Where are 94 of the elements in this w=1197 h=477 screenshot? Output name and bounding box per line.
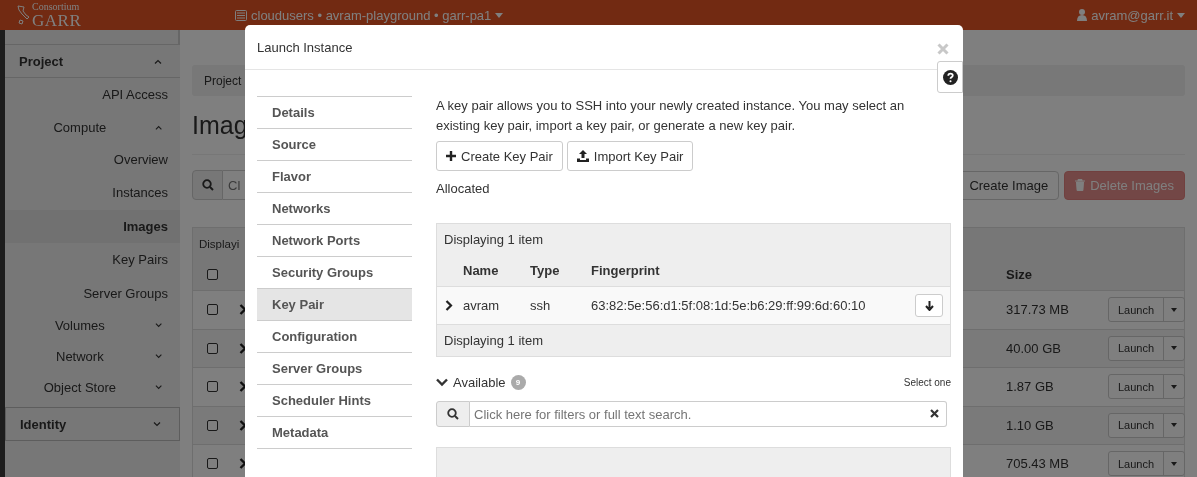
user-icon bbox=[1077, 9, 1088, 21]
row-checkbox[interactable] bbox=[207, 419, 218, 431]
caret-icon bbox=[1171, 346, 1178, 351]
sidebar-item[interactable]: API Access bbox=[5, 78, 180, 112]
down-arrow-icon bbox=[924, 300, 934, 311]
upload-icon bbox=[576, 150, 589, 162]
chevron-icon bbox=[154, 354, 162, 359]
row-checkbox[interactable] bbox=[207, 458, 218, 470]
chevron-icon bbox=[154, 323, 162, 328]
chevron-icon[interactable] bbox=[239, 381, 247, 393]
column-header: Fingerprint bbox=[591, 263, 661, 278]
list-icon bbox=[235, 9, 247, 21]
chevron-icon[interactable] bbox=[239, 304, 247, 316]
item-count: Displaying 1 item bbox=[443, 231, 544, 249]
clear-icon[interactable] bbox=[930, 409, 939, 418]
breadcrumb-link[interactable]: Project bbox=[204, 73, 242, 88]
caret-icon bbox=[1171, 461, 1178, 466]
chevron-icon[interactable] bbox=[239, 458, 247, 470]
count-badge: 9 bbox=[510, 374, 526, 390]
caret-icon bbox=[1177, 12, 1185, 18]
wizard-step[interactable]: Source bbox=[257, 128, 412, 160]
table-cell-text: 40.00 GB bbox=[1006, 340, 1062, 356]
search-icon bbox=[201, 179, 214, 191]
sidebar-item[interactable]: Overview bbox=[5, 142, 180, 176]
sidebar-item[interactable]: Key Pairs bbox=[5, 243, 180, 277]
user-menu[interactable]: avram@garr.it bbox=[1077, 7, 1185, 23]
section-label: Allocated bbox=[436, 181, 491, 197]
table-cell-text: 1.87 GB bbox=[1006, 379, 1055, 395]
column-header: Type bbox=[530, 263, 561, 278]
help-icon bbox=[942, 69, 958, 85]
sidebar-item[interactable]: Images bbox=[5, 209, 180, 243]
table-cell-text: 63:82:5e:56:d1:5f:08:1d:5e:b6:29:ff:99:6d:60:10 bbox=[591, 298, 867, 313]
wizard-step[interactable]: Details bbox=[257, 96, 412, 128]
chevron-icon bbox=[154, 385, 162, 390]
wizard-step[interactable]: Network Ports bbox=[257, 224, 412, 256]
select-all-checkbox[interactable] bbox=[207, 269, 218, 280]
launch-split-button[interactable]: Launch bbox=[1108, 451, 1186, 477]
sidebar-section[interactable]: Project bbox=[5, 45, 180, 78]
wizard-step[interactable]: Networks bbox=[257, 192, 412, 224]
column-header[interactable]: Size bbox=[1006, 267, 1108, 282]
logo-subtitle: Consortium bbox=[32, 1, 81, 12]
caret-icon bbox=[1171, 384, 1178, 389]
table-cell-text: 705.43 MB bbox=[1006, 456, 1070, 472]
help-button[interactable] bbox=[937, 61, 963, 93]
wizard-step[interactable]: Configuration bbox=[257, 320, 412, 352]
chevron-icon bbox=[436, 377, 448, 387]
chevron-icon[interactable] bbox=[239, 342, 247, 354]
plus-icon bbox=[446, 151, 456, 161]
sidebar-group[interactable]: Object Store bbox=[5, 372, 180, 403]
table-cell-text: 317.73 MB bbox=[1006, 302, 1070, 318]
chevron-icon bbox=[153, 421, 161, 427]
chevron-icon[interactable] bbox=[445, 300, 453, 311]
wizard-step[interactable]: Flavor bbox=[257, 160, 412, 192]
caret-icon bbox=[1171, 423, 1178, 428]
sidebar-group[interactable]: Volumes bbox=[5, 310, 180, 341]
chevron-icon bbox=[154, 124, 162, 130]
sidebar-item[interactable]: Instances bbox=[5, 176, 180, 210]
sidebar-section[interactable]: Identity bbox=[5, 407, 180, 441]
wizard-step[interactable]: Key Pair bbox=[257, 288, 412, 320]
filter-search-field[interactable]: Click here for filters or full text search. bbox=[470, 401, 947, 427]
table-cell-text: ssh bbox=[530, 298, 552, 313]
chevron-icon[interactable] bbox=[239, 419, 247, 431]
available-toggle[interactable]: Available bbox=[436, 374, 506, 390]
row-checkbox[interactable] bbox=[207, 381, 218, 393]
project-selector[interactable]: cloudusers • avram-playground • garr-pa1 bbox=[235, 7, 504, 23]
table-cell-text: 1.10 GB bbox=[1006, 417, 1055, 433]
import-key-pair-button[interactable]: Import Key Pair bbox=[566, 141, 694, 171]
hint-text: Select one bbox=[903, 376, 951, 388]
map-logo-icon bbox=[16, 5, 30, 25]
wizard-step[interactable]: Scheduler Hints bbox=[257, 384, 412, 416]
chevron-icon bbox=[154, 58, 162, 64]
launch-split-button[interactable]: Launch bbox=[1108, 297, 1186, 323]
row-checkbox[interactable] bbox=[207, 304, 218, 316]
sidebar-group[interactable]: Network bbox=[5, 341, 180, 372]
table-cell-text: avram bbox=[463, 298, 501, 313]
column-header: Name bbox=[463, 263, 500, 278]
item-count: Displayi bbox=[199, 237, 240, 250]
caret-icon bbox=[1171, 307, 1178, 312]
sidebar-item[interactable]: Server Groups bbox=[5, 276, 180, 310]
dialog-title: Launch Instance bbox=[257, 39, 353, 55]
description-text: A key pair allows you to SSH into your newly created instance. You may select an existing key pair, import a key pair, or generate a new key pair. bbox=[436, 97, 906, 135]
create-key-pair-button[interactable]: Create Key Pair bbox=[436, 141, 563, 171]
launch-split-button[interactable]: Launch bbox=[1108, 335, 1186, 361]
sidebar-group[interactable]: Compute bbox=[5, 111, 180, 143]
row-checkbox[interactable] bbox=[207, 342, 218, 354]
launch-split-button[interactable]: Launch bbox=[1108, 374, 1186, 400]
deallocate-button[interactable] bbox=[915, 294, 943, 317]
launch-split-button[interactable]: Launch bbox=[1108, 412, 1186, 438]
caret-icon bbox=[495, 12, 504, 18]
wizard-step[interactable]: Server Groups bbox=[257, 352, 412, 384]
search-icon bbox=[447, 408, 459, 420]
wizard-step[interactable]: Metadata bbox=[257, 416, 412, 448]
logo-wordmark: GARR bbox=[32, 11, 82, 29]
item-count: Displaying 1 item bbox=[437, 324, 950, 356]
